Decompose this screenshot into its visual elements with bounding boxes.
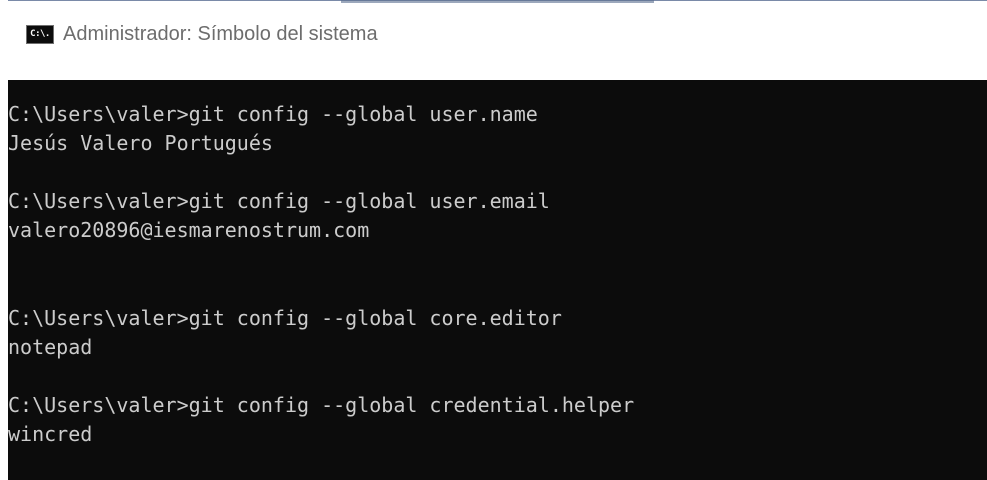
title-bar[interactable]: C:\. Administrador: Símbolo del sistema (8, 0, 987, 80)
console-output[interactable]: C:\Users\valer>git config --global user.… (8, 92, 987, 480)
title-bar-edge (8, 0, 987, 8)
console-line: C:\Users\valer>git config --global crede… (8, 393, 635, 417)
console-line: valero20896@iesmarenostrum.com (8, 218, 370, 242)
console-line: Jesús Valero Portugués (8, 131, 273, 155)
console-line: C:\Users\valer>git config --global user.… (8, 102, 538, 126)
console-line: C:\Users\valer>git config --global user.… (8, 189, 550, 213)
cmd-icon-label: C:\. (30, 28, 50, 39)
cmd-icon[interactable]: C:\. (26, 24, 54, 44)
console-line: C:\Users\valer>git config --global core.… (8, 306, 562, 330)
command-prompt-window: C:\. Administrador: Símbolo del sistema … (8, 0, 987, 480)
window-title: Administrador: Símbolo del sistema (63, 22, 378, 45)
console-line: notepad (8, 335, 93, 359)
console-line: wincred (8, 422, 93, 446)
